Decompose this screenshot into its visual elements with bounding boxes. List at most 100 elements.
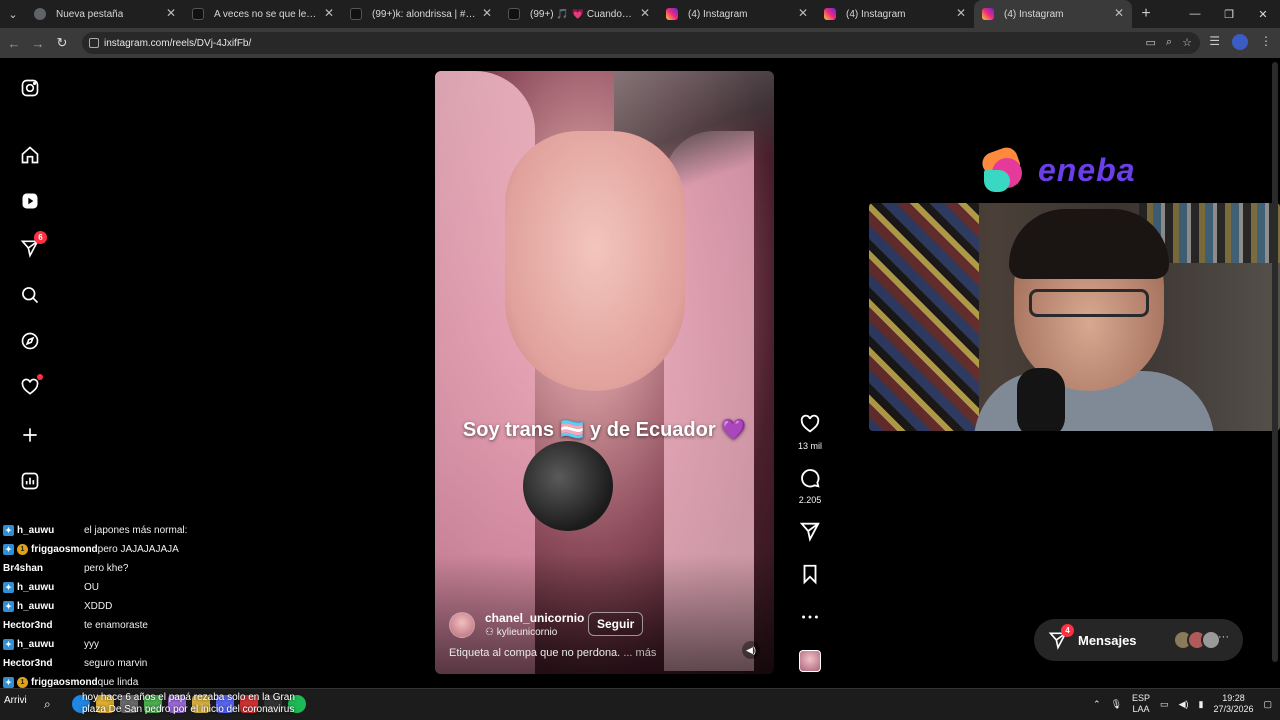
comment-button[interactable]: 2.205 <box>794 467 826 505</box>
tab-title: (99+) 🎵 💗 Cuando nadie preg <box>530 8 634 20</box>
save-button[interactable] <box>794 563 826 590</box>
profile-avatar-icon[interactable] <box>1232 34 1248 50</box>
reel-frame-shape <box>505 131 685 391</box>
messages-pill[interactable]: 4 Mensajes ··· <box>1034 619 1243 661</box>
prime-badge-icon: ✦ <box>3 639 14 650</box>
windows-taskbar: Arrivi ⌕ hoy hace 6 años el papá rezaba … <box>0 688 1280 720</box>
chat-message: Hector3nd te enamoraste <box>3 616 223 635</box>
tab-search-dropdown-icon[interactable]: ⌄ <box>0 0 26 28</box>
instagram-icon <box>982 8 994 20</box>
clock[interactable]: 19:28 27/3/2026 <box>1213 693 1253 715</box>
heart-icon <box>800 414 820 433</box>
bookmark-star-icon[interactable]: ☆ <box>1182 36 1192 49</box>
browser-tab[interactable]: (99+) 🎵 💗 Cuando nadie preg ✕ <box>500 0 658 28</box>
close-window-icon[interactable]: ✕ <box>1246 0 1280 28</box>
close-tab-icon[interactable]: ✕ <box>166 6 176 20</box>
more-dots-icon <box>802 615 818 619</box>
audio-thumbnail[interactable] <box>799 650 821 672</box>
more-options-button[interactable] <box>794 606 826 633</box>
tab-title: (4) Instagram <box>846 8 906 20</box>
prime-badge-icon: ✦ <box>3 525 14 536</box>
browser-tab-active[interactable]: (4) Instagram ✕ <box>974 0 1132 28</box>
minimize-icon[interactable]: — <box>1178 0 1212 28</box>
reels-icon[interactable] <box>19 190 41 212</box>
like-button[interactable]: 13 mil <box>794 413 826 451</box>
reel-author[interactable]: chanel_unicornio ⚇ kylieunicornio <box>449 611 584 638</box>
close-tab-icon[interactable]: ✕ <box>956 6 966 20</box>
chat-message: ✦ 1 friggaosmond pero JAJAJAJAJA <box>3 540 223 559</box>
reload-icon[interactable]: ↻ <box>50 35 74 51</box>
lang-layout: LAA <box>1132 704 1150 714</box>
tray-chevron-icon[interactable]: ⌃ <box>1093 699 1101 710</box>
close-tab-icon[interactable]: ✕ <box>1114 6 1124 20</box>
more-link[interactable]: ... más <box>623 647 656 659</box>
battery-icon[interactable]: ▮ <box>1198 699 1203 710</box>
browser-tab[interactable]: (4) Instagram ✕ <box>816 0 974 28</box>
search-icon[interactable] <box>19 284 41 306</box>
chat-text: OU <box>84 582 99 593</box>
site-info-icon[interactable] <box>89 38 99 48</box>
share-button[interactable] <box>794 520 826 547</box>
chat-text: yyy <box>84 639 99 650</box>
close-tab-icon[interactable]: ✕ <box>324 6 334 20</box>
clock-date: 27/3/2026 <box>1213 704 1254 714</box>
author-username[interactable]: chanel_unicornio <box>485 611 584 625</box>
notifications-tray-icon[interactable]: ▢ <box>1263 699 1272 710</box>
user-icon: ⚇ <box>485 627 497 638</box>
reading-list-icon[interactable]: ☰ <box>1209 34 1220 50</box>
eneba-logo-icon <box>978 144 1030 196</box>
notifications-icon[interactable] <box>19 374 43 398</box>
author-avatar[interactable] <box>449 611 475 638</box>
chat-message: ✦ h_auwu el japones más normal: <box>3 521 223 540</box>
restore-icon[interactable]: ❐ <box>1212 0 1246 28</box>
forward-icon[interactable]: → <box>26 36 50 51</box>
close-tab-icon[interactable]: ✕ <box>798 6 808 20</box>
close-tab-icon[interactable]: ✕ <box>640 6 650 20</box>
browser-tab[interactable]: Nueva pestaña ✕ <box>26 0 184 28</box>
create-icon[interactable] <box>19 424 41 446</box>
window-controls: — ❐ ✕ <box>1178 0 1280 28</box>
follow-button[interactable]: Seguir <box>588 612 644 636</box>
explore-icon[interactable] <box>19 330 41 352</box>
back-icon[interactable]: ← <box>2 36 26 51</box>
collab-username[interactable]: ⚇ kylieunicornio <box>485 627 584 638</box>
chat-username: Br4shan <box>3 563 44 574</box>
zoom-icon[interactable]: ⌕ <box>1166 36 1172 49</box>
comment-icon <box>801 469 820 488</box>
reel-video[interactable]: Soy trans 🏳️‍⚧️ y de Ecuador 💜 chanel_un… <box>435 71 774 674</box>
browser-tab[interactable]: (99+)k: alondrissa | #alondrissa ✕ <box>342 0 500 28</box>
cast-icon[interactable]: ▭ <box>1146 36 1156 49</box>
tiktok-icon <box>508 8 520 20</box>
mic-tray-icon[interactable]: 🎙 <box>1111 699 1122 710</box>
system-tray: ⌃ 🎙 ESP LAA ▭ ◀) ▮ 19:28 27/3/2026 ▢ <box>1093 693 1272 715</box>
page-scrollbar[interactable] <box>1272 58 1278 688</box>
messages-icon[interactable]: 6 <box>19 231 47 259</box>
recent-chat-avatars <box>1173 630 1221 650</box>
new-tab-button[interactable]: + <box>1132 0 1160 28</box>
more-dots-icon[interactable]: ··· <box>1218 631 1229 643</box>
browser-tab[interactable]: A veces no se que le pasa a Fel ✕ <box>184 0 342 28</box>
tiktok-icon <box>350 8 362 20</box>
close-tab-icon[interactable]: ✕ <box>482 6 492 20</box>
network-icon[interactable]: ▭ <box>1160 699 1169 710</box>
menu-kebab-icon[interactable]: ⋮ <box>1260 34 1272 50</box>
microphone-icon <box>1017 368 1065 431</box>
instagram-icon <box>824 8 836 20</box>
instagram-logo-icon[interactable] <box>19 77 41 99</box>
browser-tab[interactable]: (4) Instagram ✕ <box>658 0 816 28</box>
volume-tray-icon[interactable]: ◀) <box>1179 699 1189 710</box>
tiktok-icon <box>192 8 204 20</box>
address-bar[interactable]: instagram.com/reels/DVj-4JxifFb/ ▭ ⌕ ☆ <box>82 32 1200 54</box>
lang-code: ESP <box>1132 693 1151 703</box>
language-indicator[interactable]: ESP LAA <box>1132 693 1150 715</box>
dashboard-icon[interactable] <box>19 470 41 492</box>
browser-tab-bar: ⌄ Nueva pestaña ✕ A veces no se que le p… <box>0 0 1280 28</box>
taskbar-search-icon[interactable]: ⌕ <box>44 697 51 712</box>
volume-icon[interactable]: ◀) <box>742 641 760 659</box>
home-icon[interactable] <box>19 144 41 166</box>
chat-text: XDDD <box>84 601 113 612</box>
prime-badge-icon: ✦ <box>3 601 14 612</box>
description-text: Etiqueta al compa que no perdona. <box>449 647 621 659</box>
start-label[interactable]: Arrivi <box>4 695 27 706</box>
coin-badge-icon: 1 <box>17 677 28 688</box>
